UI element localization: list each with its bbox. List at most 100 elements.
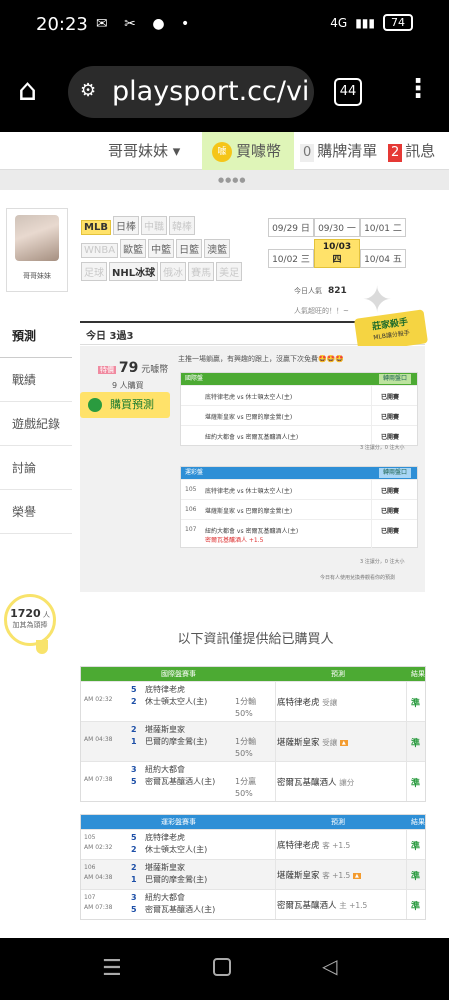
sidebar-tab-game-log[interactable]: 遊戲紀錄 <box>0 402 72 446</box>
home-nav-icon[interactable] <box>213 958 231 976</box>
league-jp-basketball[interactable]: 日籃 <box>176 239 203 258</box>
message-count-badge: 2 <box>388 144 403 162</box>
popularity-value: 821 <box>328 286 347 296</box>
web-page: 哥哥妹妹 ▾ 噱買噱幣 0 購牌清單 2 訊息 ●●●● 哥哥妹妹 預測 戰績 遊戲… <box>0 132 449 938</box>
purchase-list-label: 購牌清單 <box>317 142 378 160</box>
table-row: 105 底特律老虎 vs 休士頓太空人(主) 已開賽 <box>181 479 417 500</box>
buyers-only-title: 以下資訊僅提供給已購買人 <box>177 632 334 647</box>
mini-intl-table: 國際盤 轉兩盤口 底特律老虎 vs 休士頓太空人(主) 已開賽 堪薩斯皇家 vs 巴… <box>180 372 418 446</box>
mini-tw-header: 運彩盤 轉兩盤口 <box>181 467 417 479</box>
fans-bulb[interactable]: 1720 人 加其為頭捧 <box>4 594 56 646</box>
promo-text: 主推一場躺贏，有興趣的跟上，沒贏下次免費🤩🤩🤩 <box>178 355 345 363</box>
table-row: 紐約大都會 vs 密爾瓦基釀酒人(主) 已開賽 <box>181 425 417 446</box>
table-row: 105 AM 02:32 52 底特律老虎 休士頓太空人(主) 底特律老虎 客 +1… <box>81 829 425 859</box>
messages-link[interactable]: 2 訊息 <box>388 132 435 170</box>
price: 特價 79 元噱幣 <box>98 360 169 376</box>
league-npb[interactable]: 日棒 <box>112 216 139 235</box>
league-soccer: 足球 <box>81 262 107 281</box>
intl-results-table: 國際盤賽事 預測 結果 AM 02:32 52 底特律老虎 休士頓太空人(主) 1… <box>80 666 426 802</box>
avatar[interactable] <box>15 215 59 261</box>
date-1003[interactable]: 10/03 四 <box>314 239 360 268</box>
league-horse: 賽馬 <box>188 262 215 281</box>
league-kbo: 韓棒 <box>168 216 195 235</box>
tw-table-header: 運彩盤賽事 預測 結果 <box>81 815 425 829</box>
url-text[interactable]: playsport.cc/vi <box>112 76 309 107</box>
battery-icon: 74 <box>383 14 413 31</box>
hot-badge-icon: ▲ <box>353 872 361 879</box>
league-cba[interactable]: 中籃 <box>148 239 175 258</box>
date-1001[interactable]: 10/01 二 <box>360 218 406 237</box>
tab-switcher-button[interactable]: 44 <box>334 78 362 106</box>
prediction-box: 特價 79 元噱幣 9 人購買 購買預測 主推一場躺贏，有興趣的跟上，沒贏下次免… <box>80 346 425 592</box>
bulb-icon <box>36 640 48 654</box>
price-value: 79 <box>118 360 139 376</box>
tw-results-table: 運彩盤賽事 預測 結果 105 AM 02:32 52 底特律老虎 休士頓太空人(主… <box>80 814 426 920</box>
mini-tw-table: 運彩盤 轉兩盤口 105 底特律老虎 vs 休士頓太空人(主) 已開賽 106 堪薩斯皇… <box>180 466 418 548</box>
fans-unit: 人 <box>42 611 50 619</box>
league-khl: 俄冰 <box>160 262 187 281</box>
site-settings-icon[interactable]: ⚙ <box>80 80 96 101</box>
buyer-count: 9 人購買 <box>112 381 144 390</box>
league-euro-basketball[interactable]: 歐籃 <box>120 239 147 258</box>
signal-icon: ▮▮▮ <box>355 15 375 30</box>
table-row: AM 07:38 35 紐約大都會 密爾瓦基釀酒人(主) 1分贏 50% 密爾瓦基釀… <box>81 761 425 801</box>
sidebar-tab-predict[interactable]: 預測 <box>0 314 72 358</box>
popularity: 今日人氣 821 <box>294 286 347 296</box>
status-bar: 20:23 ✉ ✂ ● • 4G ▮▮▮ 74 <box>0 0 449 52</box>
fans-note: 加其為頭捧 <box>12 621 48 629</box>
league-nhl[interactable]: NHL冰球 <box>109 262 159 281</box>
mini-tw-switch[interactable]: 轉兩盤口 <box>378 468 411 478</box>
price-tag: 特價 <box>98 366 116 374</box>
browser-toolbar: ⌂ ⚙ playsport.cc/vi 44 ⋮ <box>0 52 449 132</box>
home-icon[interactable]: ⌂ <box>18 74 52 108</box>
mini-intl-header: 國際盤 轉兩盤口 <box>181 373 417 385</box>
coin-icon <box>88 398 102 412</box>
messages-label: 訊息 <box>405 142 436 160</box>
table-row: 堪薩斯皇家 vs 巴爾的摩金鶯(主) 已開賽 <box>181 405 417 426</box>
sidebar: 哥哥妹妹 預測 戰績 遊戲紀錄 討論 榮譽 1720 人 加其為頭捧 <box>0 202 72 938</box>
purchase-list-link[interactable]: 0 購牌清單 <box>300 132 377 170</box>
league-nbl[interactable]: 澳籃 <box>204 239 231 258</box>
address-bar[interactable]: ⚙ playsport.cc/vi <box>68 66 314 118</box>
avatar-name: 哥哥妹妹 <box>23 272 51 280</box>
buy-coin-button[interactable]: 噱買噱幣 <box>202 132 294 170</box>
prediction-footer: 今日有人使用兌換券觀看你的預測 <box>320 575 396 581</box>
league-mlb[interactable]: MLB <box>81 220 111 235</box>
date-1002[interactable]: 10/02 三 <box>268 249 314 268</box>
mini-tw-note: 3 注讓分，0 注大小 <box>360 559 405 565</box>
mini-intl-switch[interactable]: 轉兩盤口 <box>378 374 411 384</box>
recents-icon[interactable]: ☰ <box>102 956 122 981</box>
league-cpbl: 中職 <box>140 216 167 235</box>
table-row: 106 堪薩斯皇家 vs 巴爾的摩金鶯(主) 已開賽 <box>181 499 417 520</box>
league-filter: MLB 日棒 中職 韓棒 WNBA 歐籃 中籃 日籃 澳籃 足球 NHL冰球 俄冰 賽馬 美足 <box>80 214 260 283</box>
top-nav: 哥哥妹妹 ▾ 噱買噱幣 0 購牌清單 2 訊息 <box>0 132 449 170</box>
more-menu-icon[interactable]: ⋮ <box>405 74 431 104</box>
sidebar-tab-honor[interactable]: 榮譽 <box>0 490 72 534</box>
date-0930[interactable]: 09/30 一 <box>314 218 360 237</box>
carousel-dots[interactable]: ●●●● <box>218 176 246 184</box>
purchase-count-badge: 0 <box>300 144 315 162</box>
table-row: 106 AM 04:38 21 堪薩斯皇家 巴爾的摩金鶯(主) 堪薩斯皇家 客 +1… <box>81 859 425 889</box>
user-card[interactable]: 哥哥妹妹 <box>6 208 68 292</box>
mini-intl-note: 3 注讓分，0 注大小 <box>360 445 405 451</box>
table-row: 107 紐約大都會 vs 密爾瓦基釀酒人(主) 密爾瓦基釀酒人 +1.5 已開賽 <box>181 519 417 548</box>
date-1004[interactable]: 10/04 五 <box>360 249 406 268</box>
hot-badge-icon: ▲ <box>339 739 348 746</box>
league-nfl: 美足 <box>216 262 243 281</box>
buy-coin-label: 買噱幣 <box>236 142 282 160</box>
coin-icon: 噱 <box>212 141 232 162</box>
user-menu[interactable]: 哥哥妹妹 ▾ <box>108 132 180 170</box>
system-nav-bar: ☰ ◁ <box>0 938 449 1000</box>
buy-prediction-button[interactable]: 購買預測 <box>80 392 170 418</box>
table-row: AM 02:32 52 底特律老虎 休士頓太空人(主) 1分輸 50% 底特律老虎 … <box>81 681 425 721</box>
sidebar-tab-record[interactable]: 戰績 <box>0 358 72 402</box>
intl-table-header: 國際盤賽事 預測 結果 <box>81 667 425 681</box>
sidebar-tab-discussion[interactable]: 討論 <box>0 446 72 490</box>
back-icon[interactable]: ◁ <box>322 954 337 978</box>
status-time: 20:23 <box>36 14 88 35</box>
date-0929[interactable]: 09/29 日 <box>268 218 314 237</box>
main-content: MLB 日棒 中職 韓棒 WNBA 歐籃 中籃 日籃 澳籃 足球 NHL冰球 俄冰 賽馬 美足 09/… <box>72 202 439 938</box>
league-wnba: WNBA <box>81 243 119 258</box>
status-right: 4G ▮▮▮ 74 <box>330 14 413 31</box>
date-selector: 09/29 日 09/30 一 10/01 二 10/02 三10/03 四 10/0… <box>268 216 418 269</box>
